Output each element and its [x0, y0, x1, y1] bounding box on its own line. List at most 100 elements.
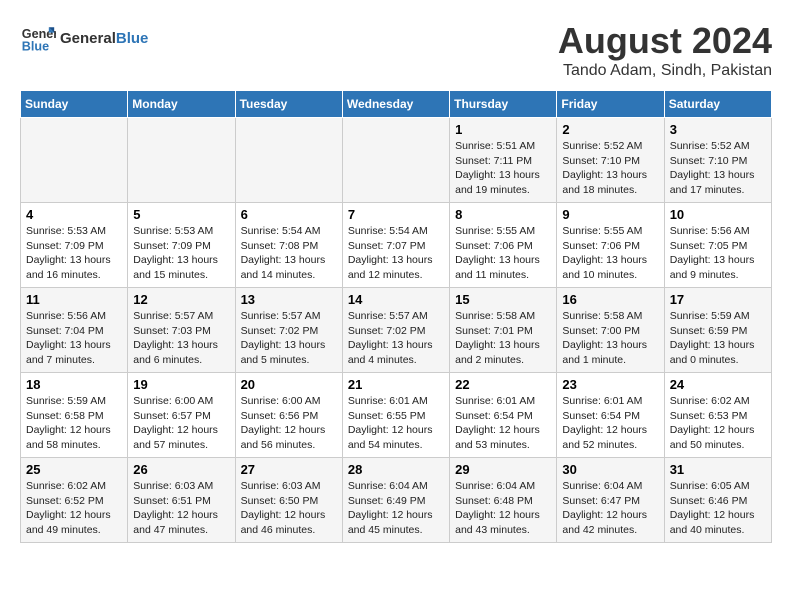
calendar-cell: 14Sunrise: 5:57 AM Sunset: 7:02 PM Dayli…: [342, 288, 449, 373]
day-info: Sunrise: 5:52 AM Sunset: 7:10 PM Dayligh…: [562, 139, 658, 198]
day-info: Sunrise: 6:00 AM Sunset: 6:57 PM Dayligh…: [133, 394, 229, 453]
day-number: 29: [455, 462, 551, 477]
day-number: 13: [241, 292, 337, 307]
day-number: 31: [670, 462, 766, 477]
day-number: 6: [241, 207, 337, 222]
calendar-cell: 11 Sunrise: 5:56 AM Sunset: 7:04 PM Dayli…: [21, 288, 128, 373]
calendar-cell: 3 Sunrise: 5:52 AM Sunset: 7:10 PM Daylig…: [664, 118, 771, 203]
day-info: Sunrise: 5:58 AM Sunset: 7:00 PM Dayligh…: [562, 309, 658, 368]
day-number: 22: [455, 377, 551, 392]
week-row-3: 11 Sunrise: 5:56 AM Sunset: 7:04 PM Dayli…: [21, 288, 772, 373]
calendar-cell: 19 Sunrise: 6:00 AM Sunset: 6:57 PM Dayli…: [128, 373, 235, 458]
day-number: 17: [670, 292, 766, 307]
calendar-cell: 27 Sunrise: 6:03 AM Sunset: 6:50 PM Dayli…: [235, 458, 342, 543]
day-number: 10: [670, 207, 766, 222]
calendar-cell: [128, 118, 235, 203]
day-number: 27: [241, 462, 337, 477]
day-info: Sunrise: 6:02 AM Sunset: 6:53 PM Dayligh…: [670, 394, 766, 453]
logo-text: GeneralBlue: [60, 30, 148, 47]
calendar-cell: 17 Sunrise: 5:59 AM Sunset: 6:59 PM Dayli…: [664, 288, 771, 373]
week-row-2: 4 Sunrise: 5:53 AM Sunset: 7:09 PM Daylig…: [21, 203, 772, 288]
column-header-saturday: Saturday: [664, 91, 771, 118]
day-number: 30: [562, 462, 658, 477]
calendar-table: SundayMondayTuesdayWednesdayThursdayFrid…: [20, 90, 772, 543]
calendar-cell: 23 Sunrise: 6:01 AM Sunset: 6:54 PM Dayli…: [557, 373, 664, 458]
day-number: 24: [670, 377, 766, 392]
calendar-cell: 29 Sunrise: 6:04 AM Sunset: 6:48 PM Dayli…: [450, 458, 557, 543]
column-header-thursday: Thursday: [450, 91, 557, 118]
calendar-cell: 4 Sunrise: 5:53 AM Sunset: 7:09 PM Daylig…: [21, 203, 128, 288]
calendar-cell: 9Sunrise: 5:55 AM Sunset: 7:06 PM Daylig…: [557, 203, 664, 288]
calendar-cell: 18 Sunrise: 5:59 AM Sunset: 6:58 PM Dayli…: [21, 373, 128, 458]
calendar-cell: [21, 118, 128, 203]
day-info: Sunrise: 6:04 AM Sunset: 6:47 PM Dayligh…: [562, 479, 658, 538]
calendar-cell: 30 Sunrise: 6:04 AM Sunset: 6:47 PM Dayli…: [557, 458, 664, 543]
calendar-cell: 31 Sunrise: 6:05 AM Sunset: 6:46 PM Dayli…: [664, 458, 771, 543]
calendar-cell: 12 Sunrise: 5:57 AM Sunset: 7:03 PM Dayli…: [128, 288, 235, 373]
day-info: Sunrise: 5:55 AM Sunset: 7:06 PM Dayligh…: [455, 224, 551, 283]
day-number: 1: [455, 122, 551, 137]
day-info: Sunrise: 5:59 AM Sunset: 6:59 PM Dayligh…: [670, 309, 766, 368]
day-info: Sunrise: 5:57 AM Sunset: 7:03 PM Dayligh…: [133, 309, 229, 368]
day-info: Sunrise: 6:05 AM Sunset: 6:46 PM Dayligh…: [670, 479, 766, 538]
calendar-cell: 15 Sunrise: 5:58 AM Sunset: 7:01 PM Dayli…: [450, 288, 557, 373]
week-row-5: 25 Sunrise: 6:02 AM Sunset: 6:52 PM Dayli…: [21, 458, 772, 543]
calendar-cell: 20Sunrise: 6:00 AM Sunset: 6:56 PM Dayli…: [235, 373, 342, 458]
day-info: Sunrise: 6:03 AM Sunset: 6:50 PM Dayligh…: [241, 479, 337, 538]
day-info: Sunrise: 5:54 AM Sunset: 7:07 PM Dayligh…: [348, 224, 444, 283]
day-number: 21: [348, 377, 444, 392]
column-header-friday: Friday: [557, 91, 664, 118]
day-info: Sunrise: 5:58 AM Sunset: 7:01 PM Dayligh…: [455, 309, 551, 368]
week-row-1: 1 Sunrise: 5:51 AM Sunset: 7:11 PM Daylig…: [21, 118, 772, 203]
page-subtitle: Tando Adam, Sindh, Pakistan: [558, 62, 772, 80]
day-info: Sunrise: 6:04 AM Sunset: 6:48 PM Dayligh…: [455, 479, 551, 538]
day-info: Sunrise: 6:01 AM Sunset: 6:54 PM Dayligh…: [562, 394, 658, 453]
day-number: 18: [26, 377, 122, 392]
day-info: Sunrise: 5:57 AM Sunset: 7:02 PM Dayligh…: [348, 309, 444, 368]
calendar-cell: 25 Sunrise: 6:02 AM Sunset: 6:52 PM Dayli…: [21, 458, 128, 543]
day-number: 28: [348, 462, 444, 477]
calendar-cell: 6 Sunrise: 5:54 AM Sunset: 7:08 PM Daylig…: [235, 203, 342, 288]
calendar-cell: 28 Sunrise: 6:04 AM Sunset: 6:49 PM Dayli…: [342, 458, 449, 543]
day-info: Sunrise: 6:04 AM Sunset: 6:49 PM Dayligh…: [348, 479, 444, 538]
day-number: 9: [562, 207, 658, 222]
day-info: Sunrise: 6:02 AM Sunset: 6:52 PM Dayligh…: [26, 479, 122, 538]
day-number: 4: [26, 207, 122, 222]
calendar-cell: 5 Sunrise: 5:53 AM Sunset: 7:09 PM Daylig…: [128, 203, 235, 288]
day-info: Sunrise: 5:51 AM Sunset: 7:11 PM Dayligh…: [455, 139, 551, 198]
day-number: 16: [562, 292, 658, 307]
day-info: Sunrise: 6:00 AM Sunset: 6:56 PM Dayligh…: [241, 394, 337, 453]
day-number: 23: [562, 377, 658, 392]
page-title: August 2024: [558, 20, 772, 62]
column-header-wednesday: Wednesday: [342, 91, 449, 118]
day-number: 25: [26, 462, 122, 477]
day-number: 12: [133, 292, 229, 307]
column-header-tuesday: Tuesday: [235, 91, 342, 118]
calendar-cell: 26Sunrise: 6:03 AM Sunset: 6:51 PM Dayli…: [128, 458, 235, 543]
calendar-cell: 2Sunrise: 5:52 AM Sunset: 7:10 PM Daylig…: [557, 118, 664, 203]
day-info: Sunrise: 5:56 AM Sunset: 7:05 PM Dayligh…: [670, 224, 766, 283]
day-info: Sunrise: 6:03 AM Sunset: 6:51 PM Dayligh…: [133, 479, 229, 538]
day-number: 5: [133, 207, 229, 222]
column-header-monday: Monday: [128, 91, 235, 118]
day-info: Sunrise: 5:59 AM Sunset: 6:58 PM Dayligh…: [26, 394, 122, 453]
logo-icon: General Blue: [20, 20, 56, 56]
day-info: Sunrise: 5:56 AM Sunset: 7:04 PM Dayligh…: [26, 309, 122, 368]
calendar-cell: 24 Sunrise: 6:02 AM Sunset: 6:53 PM Dayli…: [664, 373, 771, 458]
calendar-cell: 1 Sunrise: 5:51 AM Sunset: 7:11 PM Daylig…: [450, 118, 557, 203]
day-number: 3: [670, 122, 766, 137]
day-number: 8: [455, 207, 551, 222]
day-info: Sunrise: 5:52 AM Sunset: 7:10 PM Dayligh…: [670, 139, 766, 198]
day-info: Sunrise: 5:57 AM Sunset: 7:02 PM Dayligh…: [241, 309, 337, 368]
header-row: SundayMondayTuesdayWednesdayThursdayFrid…: [21, 91, 772, 118]
day-number: 15: [455, 292, 551, 307]
day-number: 19: [133, 377, 229, 392]
day-info: Sunrise: 5:53 AM Sunset: 7:09 PM Dayligh…: [26, 224, 122, 283]
week-row-4: 18 Sunrise: 5:59 AM Sunset: 6:58 PM Dayli…: [21, 373, 772, 458]
day-info: Sunrise: 6:01 AM Sunset: 6:54 PM Dayligh…: [455, 394, 551, 453]
calendar-cell: 16 Sunrise: 5:58 AM Sunset: 7:00 PM Dayli…: [557, 288, 664, 373]
day-info: Sunrise: 5:54 AM Sunset: 7:08 PM Dayligh…: [241, 224, 337, 283]
day-info: Sunrise: 5:53 AM Sunset: 7:09 PM Dayligh…: [133, 224, 229, 283]
day-number: 11: [26, 292, 122, 307]
calendar-cell: [235, 118, 342, 203]
